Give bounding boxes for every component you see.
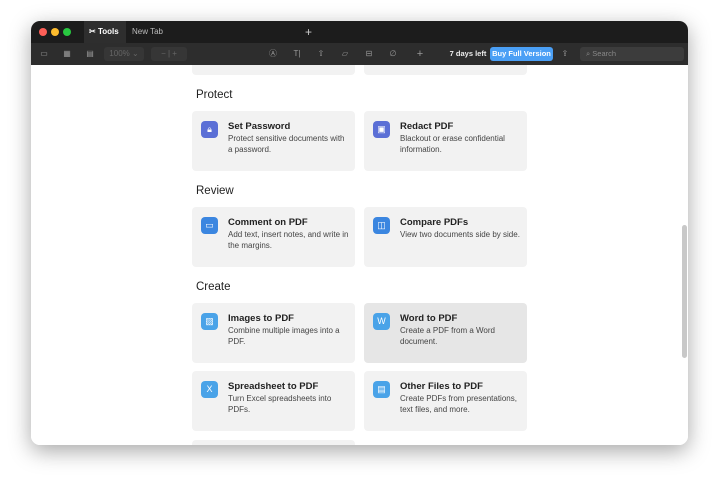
tab-new-tab[interactable]: New Tab <box>126 21 169 43</box>
tool-description: View two documents side by side. <box>400 230 520 239</box>
minimize-button[interactable] <box>51 28 59 36</box>
image-icon: ▨ <box>201 313 218 330</box>
text-tool-icon[interactable]: T| <box>291 47 303 61</box>
section-heading: Create <box>196 281 231 293</box>
app-window: ✂ Tools New Tab + ▭ ▦ ▤ 100% ⌄ − | + Ⓐ T… <box>31 21 688 445</box>
tool-title: Other Files to PDF <box>400 381 483 392</box>
note-icon[interactable]: ▱ <box>339 47 351 61</box>
tool-title: Word to PDF <box>400 313 458 324</box>
tool-card[interactable]: W Word to PDF Create a PDF from a Word d… <box>364 303 527 363</box>
lock-icon: 🔒︎ <box>201 121 218 138</box>
share-export-icon[interactable]: ⇧ <box>315 47 327 61</box>
zoom-stepper[interactable]: − | + <box>151 47 187 61</box>
tool-description: Combine multiple images into a PDF. <box>228 326 340 346</box>
tool-card[interactable]: ▨ Images to PDF Combine multiple images … <box>192 303 355 363</box>
tab-label: Tools <box>97 27 119 36</box>
comment-icon: ▭ <box>201 217 218 234</box>
compare-icon: ◫ <box>373 217 390 234</box>
tool-description: Create PDFs from presentations, text fil… <box>400 394 517 414</box>
spreadsheet-icon: X <box>201 381 218 398</box>
new-tab-plus-icon[interactable]: + <box>299 21 318 43</box>
word-icon: W <box>373 313 390 330</box>
attach-icon[interactable]: ∅ <box>387 47 399 61</box>
tool-title: Redact PDF <box>400 121 454 132</box>
tool-title: Comment on PDF <box>228 217 308 228</box>
tool-title: Spreadsheet to PDF <box>228 381 319 392</box>
add-icon[interactable]: + <box>414 47 426 61</box>
tool-card[interactable]: ▣ Redact PDF Blackout or erase confident… <box>364 111 527 171</box>
tool-title: Images to PDF <box>228 313 294 324</box>
sidebar-icon[interactable]: ▭ <box>37 47 51 61</box>
tool-description: Create a PDF from a Word document. <box>400 326 495 346</box>
section-heading: Review <box>196 185 234 197</box>
trial-text: 7 days left <box>449 49 487 58</box>
tab-tools[interactable]: ✂ Tools <box>84 21 126 43</box>
text-box-icon[interactable]: Ⓐ <box>267 47 279 61</box>
tool-description: Add text, insert notes, and write in the… <box>228 230 349 250</box>
tools-icon: ✂ <box>89 27 98 36</box>
page-view-icon[interactable]: ▤ <box>82 47 98 61</box>
file-icon: ▤ <box>373 381 390 398</box>
search-input[interactable]: ⌕ Search <box>580 47 684 61</box>
tool-card-partial[interactable] <box>192 65 355 75</box>
scrollbar-thumb[interactable] <box>682 225 687 358</box>
stamp-icon[interactable]: ⊟ <box>363 47 375 61</box>
tool-card-partial[interactable] <box>364 65 527 75</box>
tool-title: Compare PDFs <box>400 217 469 228</box>
tool-card[interactable]: ◫ Compare PDFs View two documents side b… <box>364 207 527 267</box>
tool-card[interactable]: X Spreadsheet to PDF Turn Excel spreadsh… <box>192 371 355 431</box>
toolbar: ▭ ▦ ▤ 100% ⌄ − | + Ⓐ T| ⇧ ▱ ⊟ ∅ + 7 days… <box>31 43 688 65</box>
close-button[interactable] <box>39 28 47 36</box>
share-icon[interactable]: ⇪ <box>559 47 571 61</box>
grid-icon[interactable]: ▦ <box>60 47 74 61</box>
tool-description: Blackout or erase confidential informati… <box>400 134 505 154</box>
buy-full-version-button[interactable]: Buy Full Version <box>490 47 553 61</box>
tool-description: Protect sensitive documents with a passw… <box>228 134 345 154</box>
zoom-select[interactable]: 100% ⌄ <box>104 47 144 61</box>
title-bar: ✂ Tools New Tab + <box>31 21 688 43</box>
tool-title: Set Password <box>228 121 291 132</box>
tool-card[interactable]: ▭ Comment on PDF Add text, insert notes,… <box>192 207 355 267</box>
tool-description: Turn Excel spreadsheets into PDFs. <box>228 394 332 414</box>
search-placeholder: Search <box>592 49 617 58</box>
tool-card[interactable]: 🔒︎ Set Password Protect sensitive docume… <box>192 111 355 171</box>
zoom-button[interactable] <box>63 28 71 36</box>
zoom-value: 100% <box>109 49 130 58</box>
redact-icon: ▣ <box>373 121 390 138</box>
tool-card-partial[interactable] <box>192 440 355 445</box>
tool-card[interactable]: ▤ Other Files to PDF Create PDFs from pr… <box>364 371 527 431</box>
tools-content: Protect 🔒︎ Set Password Protect sensitiv… <box>31 65 688 445</box>
section-heading: Protect <box>196 89 233 101</box>
